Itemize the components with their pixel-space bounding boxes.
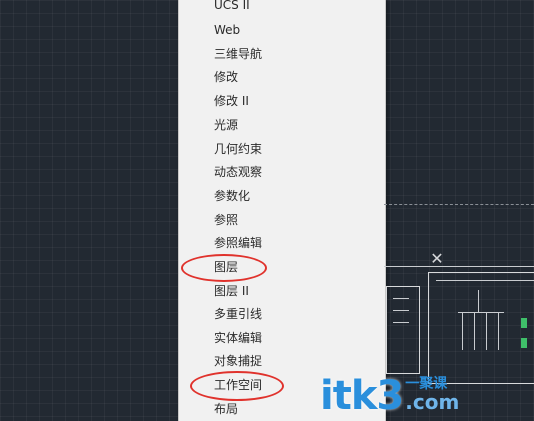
drawing-detail-line bbox=[393, 298, 409, 299]
watermark-domain: .com bbox=[405, 390, 460, 414]
dashed-guide-line bbox=[384, 204, 534, 205]
close-x-icon[interactable]: ✕ bbox=[429, 251, 445, 267]
drawing-detail-line bbox=[393, 310, 409, 311]
drawing-green-mark bbox=[521, 338, 527, 348]
drawing-detail-line bbox=[462, 312, 463, 350]
drawing-detail-line bbox=[498, 312, 499, 350]
drawing-green-mark bbox=[521, 318, 527, 328]
menu-item-layout[interactable]: 布局 bbox=[214, 398, 238, 420]
menu-item-modify[interactable]: 修改 bbox=[214, 66, 238, 88]
menu-item-3d-navigation[interactable]: 三维导航 bbox=[214, 43, 262, 65]
watermark-side: 一聚课 .com bbox=[405, 376, 459, 412]
menu-item-layers-ii[interactable]: 图层 II bbox=[214, 280, 249, 302]
menu-item-web[interactable]: Web bbox=[214, 19, 240, 41]
drawing-border-line bbox=[384, 266, 534, 267]
drawing-detail-line bbox=[474, 312, 475, 350]
toolbar-context-menu: UCS II Web 三维导航 修改 修改 II 光源 几何约束 动态观察 参数… bbox=[178, 0, 386, 421]
menu-item-multileader[interactable]: 多重引线 bbox=[214, 303, 262, 325]
watermark-logo: itk3 bbox=[320, 373, 404, 419]
menu-item-workspaces[interactable]: 工作空间 bbox=[214, 374, 262, 396]
menu-item-geometric-constraint[interactable]: 几何约束 bbox=[214, 138, 262, 160]
menu-item-reference-edit[interactable]: 参照编辑 bbox=[214, 232, 262, 254]
watermark: itk3 一聚课 .com bbox=[320, 366, 459, 418]
menu-item-modify-ii[interactable]: 修改 II bbox=[214, 90, 249, 112]
menu-item-solid-editing[interactable]: 实体编辑 bbox=[214, 327, 262, 349]
menu-item-parametric[interactable]: 参数化 bbox=[214, 185, 250, 207]
menu-item-ucs-ii[interactable]: UCS II bbox=[214, 0, 250, 16]
menu-item-layers[interactable]: 图层 bbox=[214, 256, 238, 278]
drawing-detail-line bbox=[478, 290, 479, 312]
menu-item-object-snap[interactable]: 对象捕捉 bbox=[214, 350, 262, 372]
menu-item-orbit[interactable]: 动态观察 bbox=[214, 161, 262, 183]
drawing-detail-line bbox=[486, 312, 487, 350]
drawing-block-left bbox=[386, 286, 420, 374]
menu-item-reference[interactable]: 参照 bbox=[214, 209, 238, 231]
drawing-detail-line bbox=[393, 322, 409, 323]
drawing-detail-line bbox=[436, 280, 534, 281]
menu-item-lights[interactable]: 光源 bbox=[214, 114, 238, 136]
